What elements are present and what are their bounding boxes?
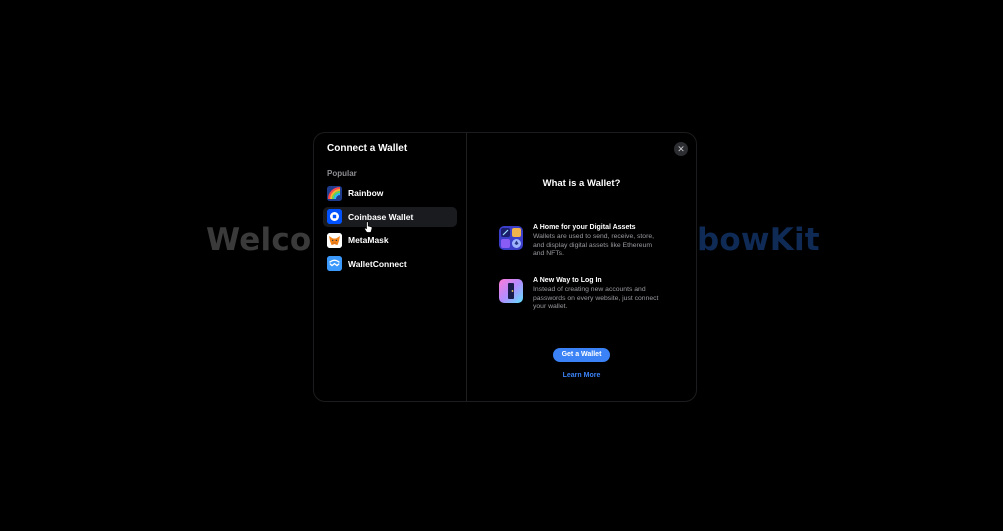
wallet-option-metamask[interactable]: MetaMask bbox=[323, 230, 457, 250]
feature-description: Instead of creating new accounts and pas… bbox=[533, 286, 659, 310]
feature-text: A New Way to Log In Instead of creating … bbox=[533, 276, 661, 312]
wallet-option-rainbow[interactable]: Rainbow bbox=[323, 183, 457, 203]
feature-description: Wallets are used to send, receive, store… bbox=[533, 233, 655, 257]
info-title: What is a Wallet? bbox=[542, 178, 621, 189]
wallet-option-coinbase[interactable]: Coinbase Wallet bbox=[323, 206, 457, 233]
learn-more-link[interactable]: Learn More bbox=[467, 371, 696, 380]
wallet-group-label: Popular bbox=[327, 169, 357, 178]
get-wallet-button[interactable]: Get a Wallet bbox=[553, 348, 610, 362]
feature-title: A Home for your Digital Assets bbox=[533, 224, 636, 231]
wallet-name: Coinbase Wallet bbox=[348, 211, 414, 222]
metamask-icon bbox=[327, 232, 342, 248]
walletconnect-icon bbox=[327, 256, 342, 271]
close-button[interactable]: ✕ bbox=[674, 142, 688, 156]
background-heading-left: Welco bbox=[206, 222, 312, 258]
digital-assets-icon bbox=[499, 226, 523, 250]
wallet-list-pane: Connect a Wallet Popular Rainbow Coinbas… bbox=[314, 133, 467, 401]
feature-text: A Home for your Digital Assets Wallets a… bbox=[533, 223, 661, 259]
modal-title: Connect a Wallet bbox=[327, 143, 408, 154]
wallet-name: WalletConnect bbox=[348, 258, 407, 269]
feature-log-in: A New Way to Log In Instead of creating … bbox=[499, 276, 669, 312]
wallet-list: Rainbow Coinbase Wallet MetaMask WalletC… bbox=[323, 183, 457, 274]
feature-title: A New Way to Log In bbox=[533, 277, 602, 284]
background-heading-right: bowKit bbox=[697, 222, 820, 258]
coinbase-icon bbox=[327, 209, 342, 224]
feature-digital-assets: A Home for your Digital Assets Wallets a… bbox=[499, 223, 669, 259]
login-icon bbox=[499, 279, 523, 303]
connect-wallet-modal: Connect a Wallet Popular Rainbow Coinbas… bbox=[313, 132, 697, 402]
wallet-name: MetaMask bbox=[348, 235, 389, 245]
app-background: Welco bowKit Connect a Wallet Popular Ra… bbox=[0, 0, 1003, 531]
wallet-option-walletconnect[interactable]: WalletConnect bbox=[323, 254, 457, 274]
rainbow-icon bbox=[327, 185, 342, 201]
wallet-info-pane: ✕ What is a Wallet? A Home for your Digi… bbox=[467, 133, 696, 401]
wallet-name: Rainbow bbox=[348, 188, 384, 198]
